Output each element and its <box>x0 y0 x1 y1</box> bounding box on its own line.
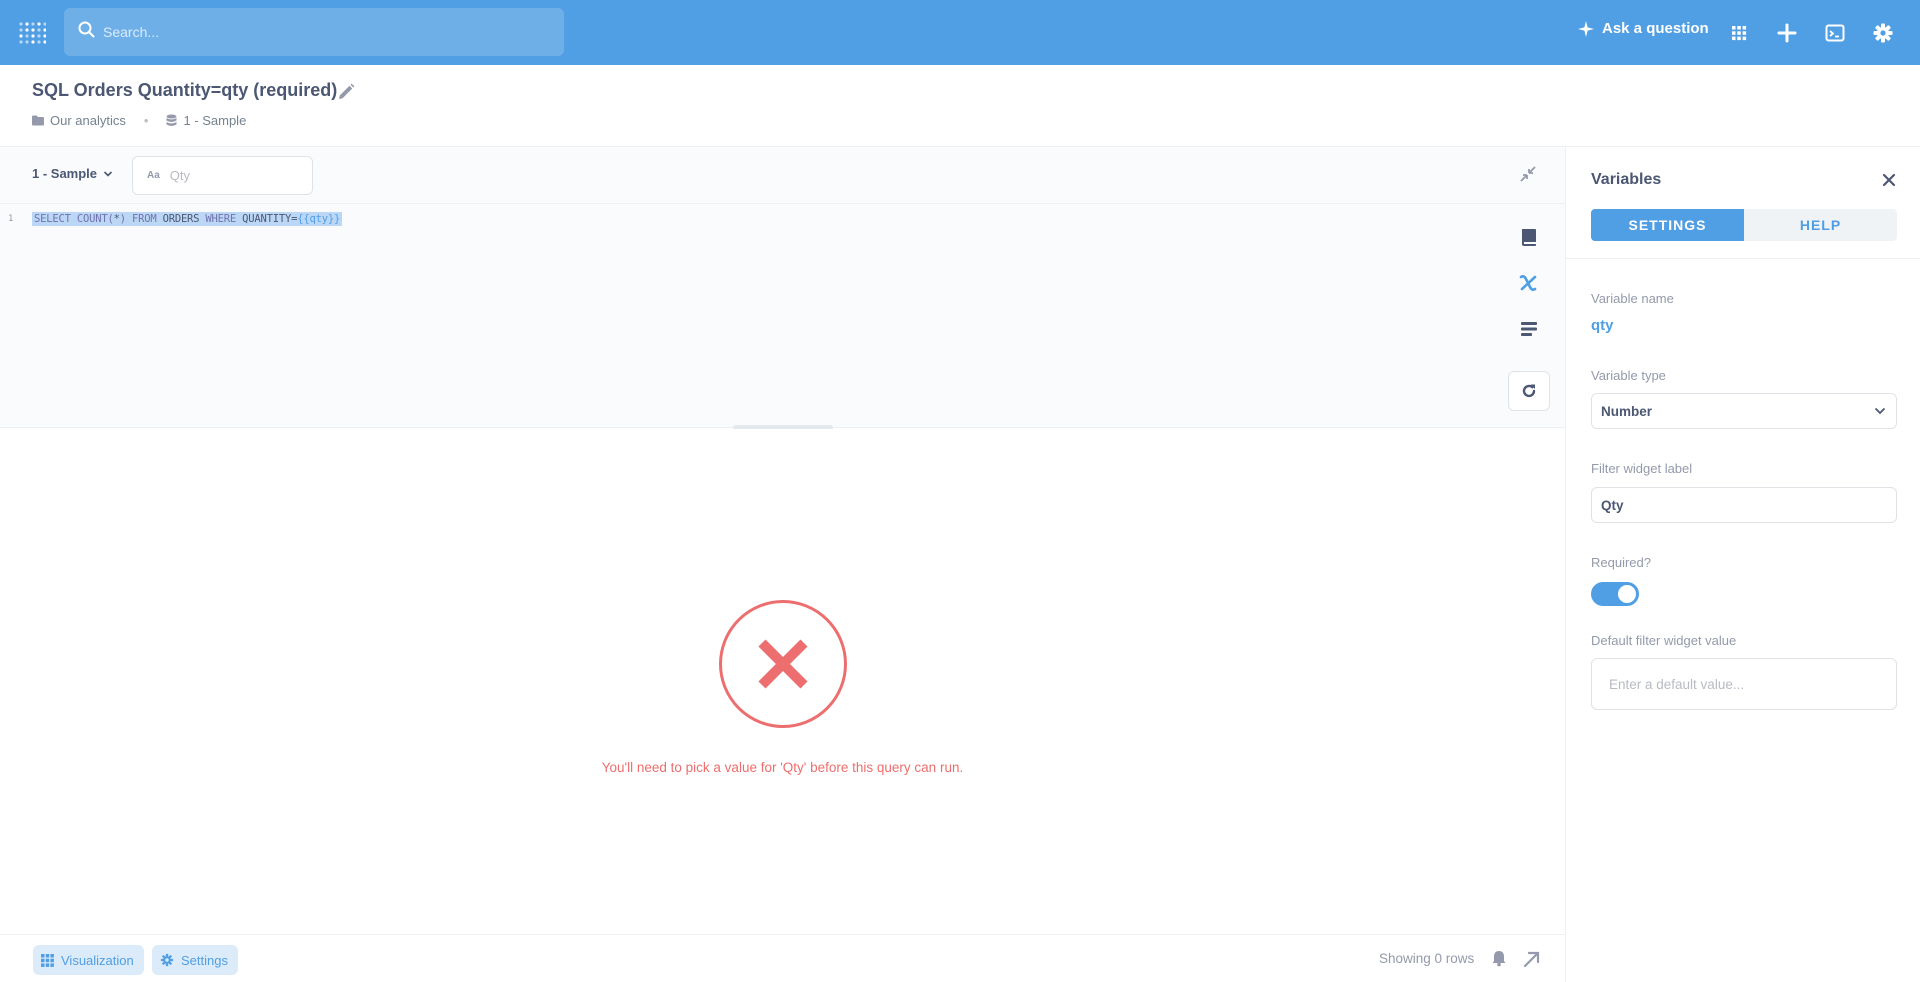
variable-type-label: Variable type <box>1591 368 1666 383</box>
database-select[interactable]: 1 - Sample <box>32 166 113 181</box>
ask-question-label: Ask a question <box>1602 20 1709 37</box>
collapse-editor-icon[interactable] <box>1518 164 1538 189</box>
sql-keyword-where: WHERE <box>199 213 237 225</box>
collection-link[interactable]: Our analytics <box>50 113 126 128</box>
search-input[interactable] <box>103 24 523 40</box>
variable-name-label: Variable name <box>1591 291 1674 306</box>
tab-settings[interactable]: SETTINGS <box>1591 209 1744 241</box>
variable-name-value: qty <box>1591 317 1614 334</box>
variables-panel: Variables SETTINGS HELP Variable name qt… <box>1565 147 1920 982</box>
variable-type-value: Number <box>1601 403 1653 419</box>
snippets-icon[interactable] <box>1508 318 1550 345</box>
data-reference-icon[interactable] <box>1508 226 1550 253</box>
share-arrow-icon[interactable] <box>1522 949 1542 974</box>
default-value-label: Default filter widget value <box>1591 633 1737 648</box>
visualization-button[interactable]: Visualization <box>33 945 144 975</box>
breadcrumb: Our analytics • 1 - Sample <box>32 113 246 128</box>
bell-icon[interactable] <box>1490 949 1508 972</box>
chevron-down-icon <box>1874 407 1886 415</box>
error-message: You'll need to pick a value for 'Qty' be… <box>601 760 964 775</box>
search-icon <box>78 21 95 43</box>
sql-table-orders: ORDERS <box>156 213 200 225</box>
plus-icon[interactable] <box>1775 21 1799 45</box>
visualization-label: Visualization <box>61 952 134 968</box>
breadcrumb-separator: • <box>143 113 149 128</box>
sql-keyword-select: SELECT <box>34 213 71 225</box>
database-link[interactable]: 1 - Sample <box>183 113 246 128</box>
sparkle-icon <box>1578 20 1594 37</box>
filter-widget-label-value: Qty <box>1601 497 1624 513</box>
close-icon[interactable] <box>1882 173 1896 192</box>
panel-title: Variables <box>1591 171 1662 188</box>
question-header: SQL Orders Quantity=qty (required) Our a… <box>0 65 1920 147</box>
filter-widget-label-input[interactable]: Qty <box>1591 487 1897 523</box>
sql-editor[interactable]: 1 SELECT COUNT(*) FROM ORDERS WHERE QUAN… <box>0 204 1565 428</box>
error-x-icon <box>719 600 847 728</box>
qty-filter-widget[interactable]: Aa Qty <box>132 156 313 195</box>
required-label: Required? <box>1591 555 1651 570</box>
run-query-button[interactable] <box>1508 371 1550 411</box>
chevron-down-icon <box>103 170 113 177</box>
database-icon <box>166 114 177 126</box>
sql-keyword-from: FROM <box>125 213 157 225</box>
editor-toolbar: 1 - Sample Aa Qty <box>0 147 1565 204</box>
gear-icon[interactable] <box>1871 21 1895 45</box>
grid-icon[interactable] <box>1727 21 1751 45</box>
grid-icon <box>41 953 54 967</box>
variables-icon[interactable] <box>1508 272 1550 299</box>
gear-icon <box>160 953 174 967</box>
required-toggle[interactable] <box>1591 582 1639 606</box>
tab-help[interactable]: HELP <box>1744 209 1897 241</box>
top-nav: Ask a question <box>0 0 1920 65</box>
text-type-icon: Aa <box>147 170 160 181</box>
pencil-icon[interactable] <box>336 82 356 107</box>
terminal-icon[interactable] <box>1823 21 1847 45</box>
query-results: You'll need to pick a value for 'Qty' be… <box>0 429 1565 934</box>
search-bar[interactable] <box>64 8 564 56</box>
page-title[interactable]: SQL Orders Quantity=qty (required) <box>32 80 337 101</box>
qty-filter-placeholder: Qty <box>169 168 191 183</box>
refresh-icon <box>1522 384 1536 398</box>
panel-divider <box>1566 258 1920 259</box>
sql-column-quantity: QUANTITY= <box>236 213 298 225</box>
sql-count: COUNT( <box>70 213 114 225</box>
database-select-label: 1 - Sample <box>32 166 98 181</box>
row-count: Showing 0 rows <box>1379 951 1475 966</box>
panel-tabs: SETTINGS HELP <box>1591 209 1897 241</box>
sql-code[interactable]: SELECT COUNT(*) FROM ORDERS WHERE QUANTI… <box>32 212 343 226</box>
default-value-input[interactable]: Enter a default value... <box>1591 658 1897 710</box>
sql-variable-tag: {{qty}} <box>297 213 341 225</box>
line-number: 1 <box>8 214 14 224</box>
settings-button[interactable]: Settings <box>152 945 238 975</box>
settings-label: Settings <box>181 952 228 968</box>
default-value-placeholder: Enter a default value... <box>1609 676 1745 692</box>
ask-question-button[interactable]: Ask a question <box>1578 20 1709 37</box>
metabase-logo-icon[interactable] <box>18 20 47 46</box>
filter-widget-label-label: Filter widget label <box>1591 461 1693 476</box>
toggle-knob <box>1618 585 1636 603</box>
folder-icon <box>32 115 44 126</box>
variable-type-select[interactable]: Number <box>1591 393 1897 429</box>
view-footer: Visualization Settings Showing 0 rows <box>0 934 1565 982</box>
